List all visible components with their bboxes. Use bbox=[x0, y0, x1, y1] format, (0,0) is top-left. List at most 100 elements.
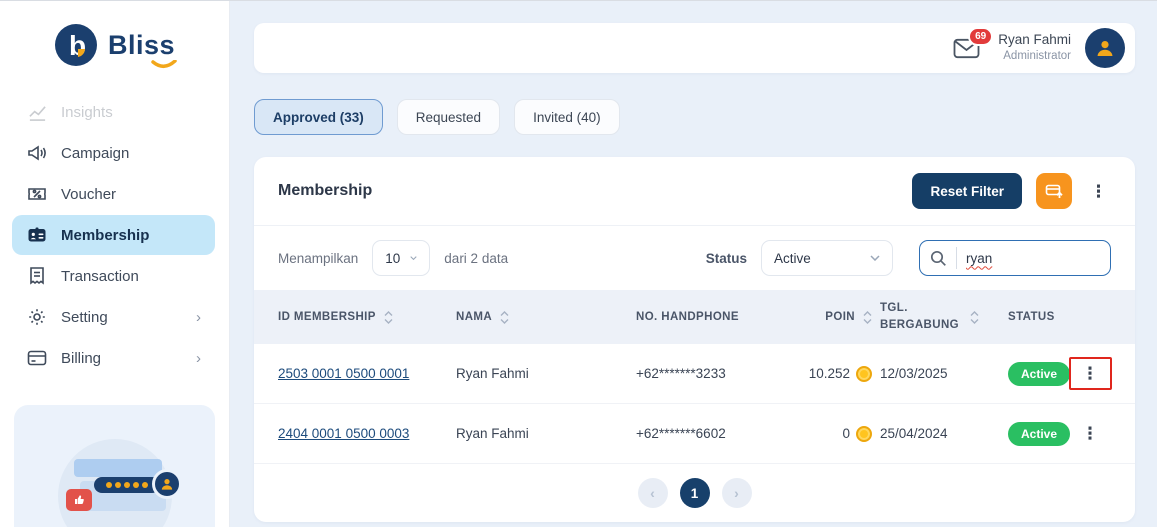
coin-icon bbox=[856, 366, 872, 382]
sidebar: b Bliss Insights bbox=[0, 1, 230, 527]
tab-requested[interactable]: Requested bbox=[397, 99, 500, 135]
table-row: 2503 0001 0500 0001 Ryan Fahmi +62******… bbox=[254, 344, 1135, 404]
membership-id-link-cell: 2503 0001 0500 0001 bbox=[278, 366, 456, 381]
user-role: Administrator bbox=[998, 49, 1071, 63]
feedback-avatar-icon bbox=[152, 469, 182, 499]
panel-more-menu[interactable]: ⋮ bbox=[1086, 181, 1111, 202]
pagination: ‹ 1 › bbox=[254, 464, 1135, 522]
member-name: Ryan Fahmi bbox=[456, 366, 636, 381]
membership-id-link[interactable]: 2404 0001 0500 0003 bbox=[278, 426, 409, 441]
chevron-right-icon: › bbox=[196, 309, 201, 326]
sidebar-item-label: Billing bbox=[61, 350, 101, 367]
table-row: 2404 0001 0500 0003 Ryan Fahmi +62******… bbox=[254, 404, 1135, 464]
sort-icon[interactable] bbox=[384, 311, 393, 324]
user-meta: Ryan Fahmi Administrator bbox=[998, 32, 1071, 63]
user-avatar[interactable] bbox=[1085, 28, 1125, 68]
reset-filter-button[interactable]: Reset Filter bbox=[912, 173, 1022, 209]
page-size-value: 10 bbox=[385, 251, 400, 266]
panel-title: Membership bbox=[278, 182, 372, 200]
sidebar-item-label: Campaign bbox=[61, 145, 129, 162]
logo-smile-icon bbox=[151, 60, 177, 70]
sort-icon[interactable] bbox=[500, 311, 509, 324]
export-card-button[interactable] bbox=[1036, 173, 1072, 209]
status-badge: Active bbox=[1008, 422, 1070, 446]
sidebar-nav: Insights Campaign Voucher Membership bbox=[0, 81, 229, 379]
main-content: 69 Ryan Fahmi Administrator Approved (33… bbox=[230, 1, 1157, 527]
pagination-next-button[interactable]: › bbox=[722, 478, 752, 508]
sidebar-item-label: Setting bbox=[61, 309, 108, 326]
tab-approved[interactable]: Approved (33) bbox=[254, 99, 383, 135]
member-phone: +62*******6602 bbox=[636, 426, 788, 441]
sidebar-item-membership[interactable]: Membership bbox=[12, 215, 215, 255]
status-badge: Active bbox=[1008, 362, 1070, 386]
pagination-current-page[interactable]: 1 bbox=[680, 478, 710, 508]
member-joined-date: 12/03/2025 bbox=[880, 366, 1008, 381]
status-select[interactable]: Active bbox=[761, 240, 893, 276]
member-joined-date: 25/04/2024 bbox=[880, 426, 1008, 441]
sidebar-item-insights[interactable]: Insights bbox=[12, 92, 215, 132]
sidebar-item-label: Membership bbox=[61, 227, 149, 244]
search-input[interactable]: ryan bbox=[919, 240, 1111, 276]
page-size-select[interactable]: 10 bbox=[372, 240, 430, 276]
rating-stars-icon bbox=[94, 477, 160, 493]
row-actions-cell: ⋮ bbox=[1070, 357, 1110, 390]
member-poin: 10.252 bbox=[809, 366, 850, 381]
insights-icon bbox=[26, 103, 48, 122]
sidebar-item-voucher[interactable]: Voucher bbox=[12, 174, 215, 214]
membership-icon bbox=[26, 225, 48, 245]
chevron-down-icon bbox=[870, 255, 880, 261]
sidebar-item-label: Voucher bbox=[61, 186, 116, 203]
row-actions-highlight-box: ⋮ bbox=[1069, 357, 1112, 390]
membership-id-link[interactable]: 2503 0001 0500 0001 bbox=[278, 366, 409, 381]
bliss-logo-icon: b bbox=[54, 23, 98, 67]
setting-icon bbox=[26, 307, 48, 327]
member-poin-cell: 0 bbox=[788, 426, 880, 442]
column-header-poin: POIN bbox=[788, 311, 880, 324]
app-root: b Bliss Insights bbox=[0, 1, 1157, 527]
sidebar-item-campaign[interactable]: Campaign bbox=[12, 133, 215, 173]
topbar: 69 Ryan Fahmi Administrator bbox=[254, 23, 1135, 73]
member-poin-cell: 10.252 bbox=[788, 366, 880, 382]
column-header-nama: NAMA bbox=[456, 311, 636, 324]
column-header-handphone: NO. HANDPHONE bbox=[636, 311, 788, 323]
thumbs-up-icon bbox=[66, 489, 92, 511]
pagination-prev-button[interactable]: ‹ bbox=[638, 478, 668, 508]
row-actions-cell: ⋮ bbox=[1070, 423, 1110, 444]
notification-badge: 69 bbox=[968, 27, 993, 46]
member-name: Ryan Fahmi bbox=[456, 426, 636, 441]
logo-text: Bliss bbox=[108, 30, 175, 60]
member-poin: 0 bbox=[842, 426, 850, 441]
membership-tabs: Approved (33) Requested Invited (40) bbox=[254, 99, 1135, 135]
coin-icon bbox=[856, 426, 872, 442]
feedback-illustration bbox=[40, 431, 190, 523]
membership-id-link-cell: 2404 0001 0500 0003 bbox=[278, 426, 456, 441]
sidebar-item-transaction[interactable]: Transaction bbox=[12, 256, 215, 296]
row-more-menu[interactable]: ⋮ bbox=[1078, 363, 1103, 384]
member-status-cell: Active bbox=[1008, 366, 1070, 381]
table-header-row: ID MEMBERSHIP NAMA NO. HANDPHONE POIN TG… bbox=[254, 290, 1135, 344]
sidebar-item-billing[interactable]: Billing › bbox=[12, 338, 215, 378]
sidebar-item-label: Transaction bbox=[61, 268, 139, 285]
tab-invited[interactable]: Invited (40) bbox=[514, 99, 620, 135]
sidebar-item-label: Insights bbox=[61, 104, 113, 121]
status-value: Active bbox=[774, 251, 811, 266]
campaign-icon bbox=[26, 143, 48, 163]
status-label: Status bbox=[706, 251, 747, 266]
voucher-icon bbox=[26, 184, 48, 204]
sort-icon[interactable] bbox=[970, 311, 979, 324]
total-data-label: dari 2 data bbox=[444, 251, 508, 266]
column-header-status: STATUS bbox=[1008, 311, 1070, 323]
billing-icon bbox=[26, 350, 48, 366]
transaction-icon bbox=[26, 266, 48, 286]
row-more-menu[interactable]: ⋮ bbox=[1078, 423, 1103, 444]
user-name: Ryan Fahmi bbox=[998, 32, 1071, 49]
chevron-down-icon bbox=[410, 255, 417, 261]
sort-icon[interactable] bbox=[863, 311, 872, 324]
sidebar-item-setting[interactable]: Setting › bbox=[12, 297, 215, 337]
bliss-logo: b Bliss bbox=[0, 1, 229, 81]
notification-button[interactable]: 69 bbox=[953, 38, 980, 59]
search-cursor-divider bbox=[956, 247, 957, 269]
membership-panel: Membership Reset Filter ⋮ Menampilkan 10 bbox=[254, 157, 1135, 522]
show-label: Menampilkan bbox=[278, 251, 358, 266]
member-phone: +62*******3233 bbox=[636, 366, 788, 381]
